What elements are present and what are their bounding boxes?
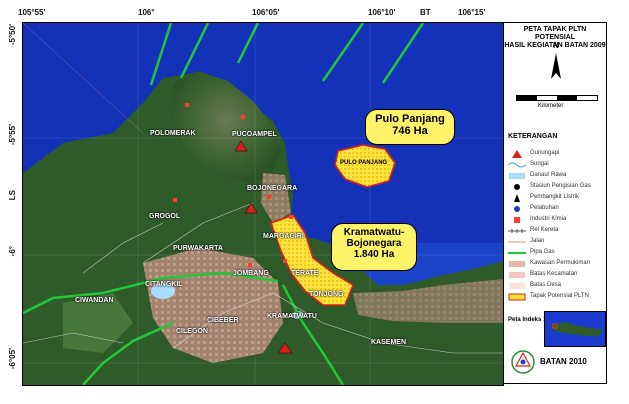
river-icon [508,162,526,168]
callout-pulo-title: Pulo Panjang [375,113,445,125]
callout-kramatwatu: Kramatwatu- Bojonegara 1.840 Ha [331,223,417,271]
index-map [544,311,606,347]
scale-bar [516,95,598,101]
place-cilegon: CILEGON [176,328,208,335]
district-boundary-icon [509,272,525,278]
settlement-icon [509,261,525,267]
place-tonjong: TONJONG [309,291,344,298]
callout-kramat-title: Kramatwatu- [343,227,405,238]
lake-icon [509,173,525,179]
legend-item-chemical: Industri Kimia [506,215,606,226]
north-label: N [553,41,559,50]
map-canvas: POLOMERAK PUCOAMPEL BOJONEGARA GROGOL PU… [22,22,504,386]
place-cibeber: CIBEBER [207,317,239,324]
legend-item-gas-station: Stasiun Pengisian Gas [506,182,606,193]
place-terate: TERATE [291,270,319,277]
village-boundary-icon [509,283,525,289]
tick-left-3: -6°05' [8,348,17,370]
power-plant-icon [514,194,520,202]
legend-item-lake: Danau/ Rawa [506,171,606,182]
place-polomerak: POLOMERAK [150,130,196,137]
volcano-icon [512,150,522,158]
tick-left-0: -5°50' [8,24,17,46]
map-figure: 105°55' 106° 106°05' 106°10' 106°15' BT … [0,0,629,404]
tick-top-1: 106° [138,8,155,17]
legend-item-settlement: Kawasan Permukiman [506,259,606,270]
tick-left-2: -6° [8,246,17,257]
legend-item-road: Jalan [506,237,606,248]
legend-item-volcano: Gunungapi [506,149,606,160]
org-label: BATAN 2010 [540,357,587,366]
place-ciwandan: CIWANDAN [75,297,114,304]
callout-pulo-panjang: Pulo Panjang 746 Ha [365,109,455,145]
place-purwakarta: PURWAKARTA [173,245,223,252]
index-map-svg [549,322,603,336]
legend-item-river: Sungai [506,160,606,171]
place-pucoampel: PUCOAMPEL [232,131,277,138]
callout-kramat-title2: Bojonegara [346,238,402,249]
legend-item-village-boundary: Batas Desa [506,281,606,292]
legend-item-district-boundary: Batas Kecamatan [506,270,606,281]
tick-top-3: 106°10' [368,8,396,17]
callout-pulo-area: 746 Ha [392,125,428,137]
place-jombang: JOMBANG [233,270,269,277]
legend-keterangan: KETERANGAN [508,133,558,140]
gas-pipe-icon [508,252,526,254]
port-icon [514,206,520,212]
map-svg [23,23,503,385]
tick-top-bt: BT [420,8,431,17]
tick-left-1: -5°55' [8,124,17,146]
legend-item-gas-pipe: Pipa Gas [506,248,606,259]
tick-left-ls: LS [8,190,17,201]
north-arrow-icon [551,53,561,79]
potential-site-icon [508,293,526,301]
legend-item-power-plant: Pembangkit Listrik [506,193,606,204]
place-margagiri: MARGAGIRI [263,233,304,240]
place-pulo-panjang: PULO PANJANG [340,160,388,166]
legend-item-railway: Rel Kereta [506,226,606,237]
place-citangkil: CITANGKIL [145,281,183,288]
tick-top-4: 106°15' [458,8,486,17]
place-kasemen: KASEMEN [371,339,407,346]
place-grogol: GROGOL [149,213,181,220]
road-icon [508,241,526,243]
index-map-label: Peta Indeks : [508,317,546,323]
callout-kramat-area: 1.840 Ha [353,249,395,260]
gas-station-icon [514,184,520,190]
chemical-industry-icon [514,217,520,223]
legend-item-port: Pelabuhan [506,204,606,215]
legend-panel: PETA TAPAK PLTN POTENSIAL HASIL KEGIATAN… [503,22,607,384]
place-kramatwatu: KRAMATWATU [267,313,317,320]
legend-title-line1: PETA TAPAK PLTN POTENSIAL [523,26,587,41]
railway-icon [508,229,526,233]
legend-item-potential-site: Tapak Potensial PLTN [506,292,606,303]
batan-logo-icon [511,350,535,374]
tick-top-2: 106°05' [252,8,280,17]
tick-top-0: 105°55' [18,8,46,17]
scale-label: Kilometer [538,103,564,109]
place-bojonegara: BOJONEGARA [247,185,298,192]
